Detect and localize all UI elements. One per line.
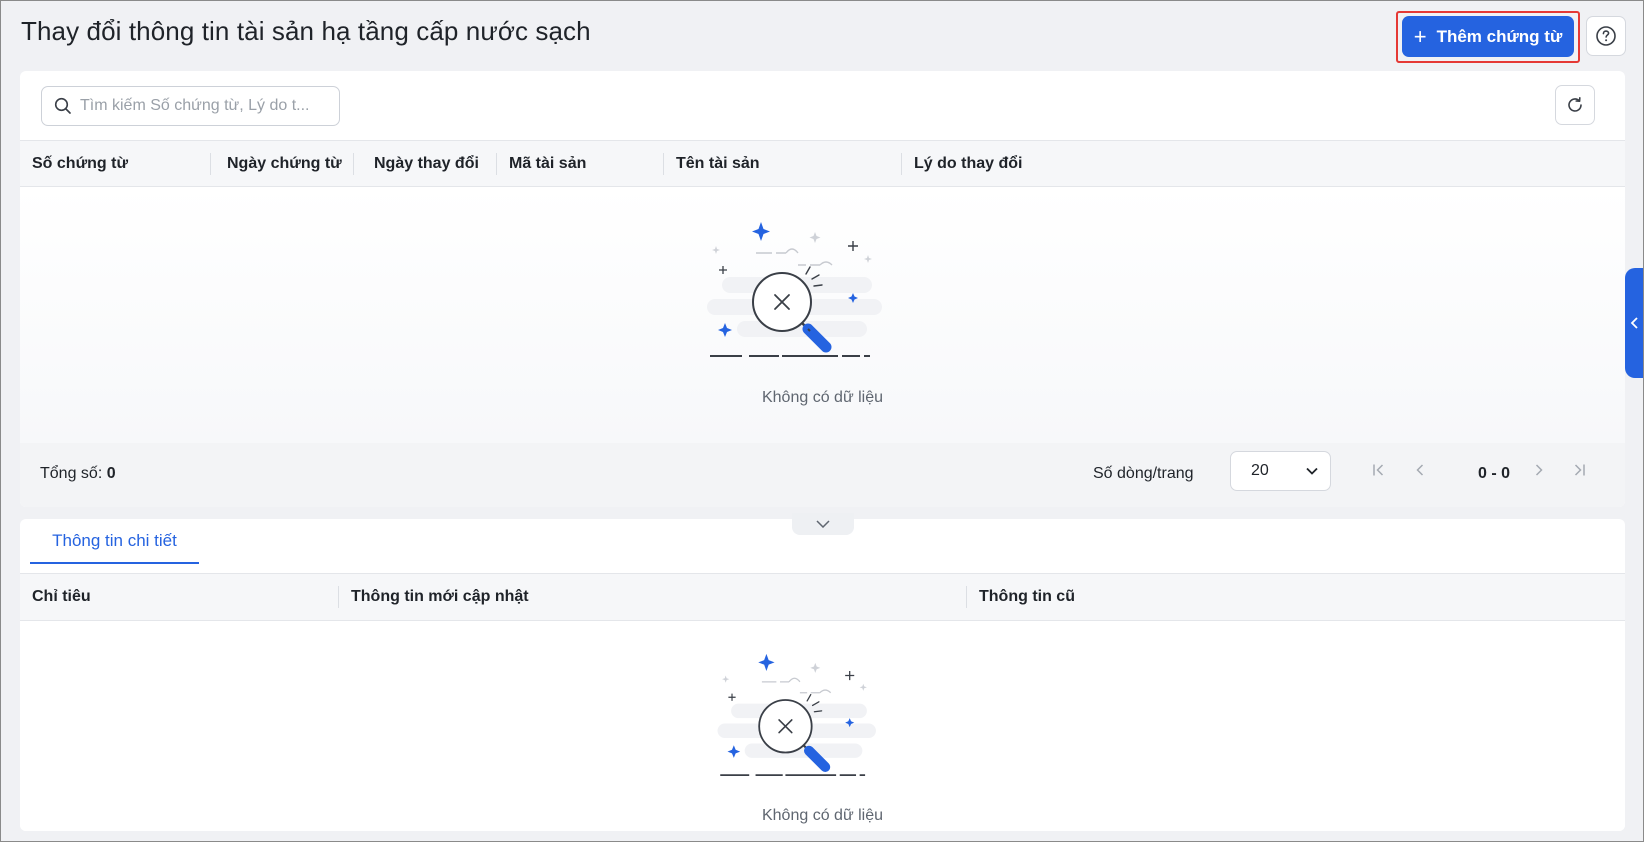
column-divider	[353, 153, 354, 175]
tab-detail-info[interactable]: Thông tin chi tiết	[30, 519, 199, 564]
column-divider	[210, 153, 211, 175]
column-header-thong-tin-moi[interactable]: Thông tin mới cập nhật	[351, 574, 529, 619]
chevron-down-icon	[1306, 467, 1318, 475]
search-input[interactable]	[80, 97, 339, 115]
refresh-icon	[1568, 97, 1582, 112]
plus-icon: +	[1413, 23, 1427, 49]
document-list-panel: Số chứng từ Ngày chứng từ Ngày thay đổi …	[20, 71, 1625, 507]
empty-data-illustration	[717, 653, 876, 777]
column-divider	[663, 153, 664, 175]
column-divider	[338, 586, 339, 608]
detail-panel: Thông tin chi tiết Chỉ tiêu Thông tin mớ…	[20, 519, 1625, 831]
chevron-left-icon	[1630, 317, 1638, 329]
page-range: 0 - 0	[1478, 465, 1511, 482]
prev-page-icon	[1416, 464, 1424, 476]
refresh-button[interactable]	[1555, 85, 1595, 125]
last-page-button[interactable]	[1568, 455, 1590, 485]
detail-empty-message: Không có dữ liệu	[761, 807, 883, 824]
page-title: Thay đổi thông tin tài sản hạ tầng cấp n…	[21, 16, 591, 46]
column-header-ngay-thay-doi[interactable]: Ngày thay đổi	[374, 141, 479, 186]
search-box[interactable]	[41, 86, 340, 126]
detail-table-header: Chỉ tiêu Thông tin mới cập nhật Thông ti…	[20, 574, 1625, 621]
help-button[interactable]	[1586, 16, 1626, 56]
rows-per-page-select[interactable]: 20	[1230, 451, 1331, 491]
table-header: Số chứng từ Ngày chứng từ Ngày thay đổi …	[20, 140, 1625, 187]
table-footer: Tổng số: 0 Số dòng/trang 20 0 - 0	[20, 443, 1625, 507]
first-page-button[interactable]	[1368, 455, 1390, 485]
empty-message: Không có dữ liệu	[761, 389, 883, 406]
column-header-ten-tai-san[interactable]: Tên tài sản	[676, 141, 760, 186]
column-divider	[901, 153, 902, 175]
detail-empty-state: Không có dữ liệu	[20, 621, 1625, 831]
panel-collapse-handle[interactable]	[792, 513, 854, 535]
column-header-ly-do-thay-doi[interactable]: Lý do thay đổi	[914, 141, 1022, 186]
question-circle-icon	[1596, 26, 1616, 46]
add-document-label: Thêm chứng từ	[1436, 26, 1563, 46]
total-count: Tổng số: 0	[40, 465, 116, 483]
column-header-ngay-chung-tu[interactable]: Ngày chứng từ	[227, 141, 342, 186]
empty-data-illustration	[707, 222, 882, 357]
last-page-icon	[1574, 464, 1585, 476]
next-page-icon	[1535, 464, 1543, 476]
first-page-icon	[1373, 464, 1384, 476]
rows-per-page-value: 20	[1251, 462, 1269, 479]
column-divider	[966, 586, 967, 608]
column-header-so-chung-tu[interactable]: Số chứng từ	[32, 141, 128, 186]
column-header-thong-tin-cu[interactable]: Thông tin cũ	[979, 574, 1075, 619]
side-panel-toggle[interactable]	[1625, 268, 1644, 378]
next-page-button[interactable]	[1528, 455, 1550, 485]
add-document-button[interactable]: + Thêm chứng từ	[1402, 16, 1574, 57]
chevron-down-icon	[816, 520, 830, 528]
total-label: Tổng số:	[40, 465, 103, 482]
empty-state: Không có dữ liệu	[20, 187, 1625, 443]
column-header-chi-tieu[interactable]: Chỉ tiêu	[32, 574, 91, 619]
rows-per-page-label: Số dòng/trang	[1093, 465, 1194, 482]
search-icon	[54, 97, 71, 114]
total-value: 0	[106, 465, 116, 482]
prev-page-button[interactable]	[1409, 455, 1431, 485]
column-divider	[496, 153, 497, 175]
column-header-ma-tai-san[interactable]: Mã tài sản	[509, 141, 586, 186]
